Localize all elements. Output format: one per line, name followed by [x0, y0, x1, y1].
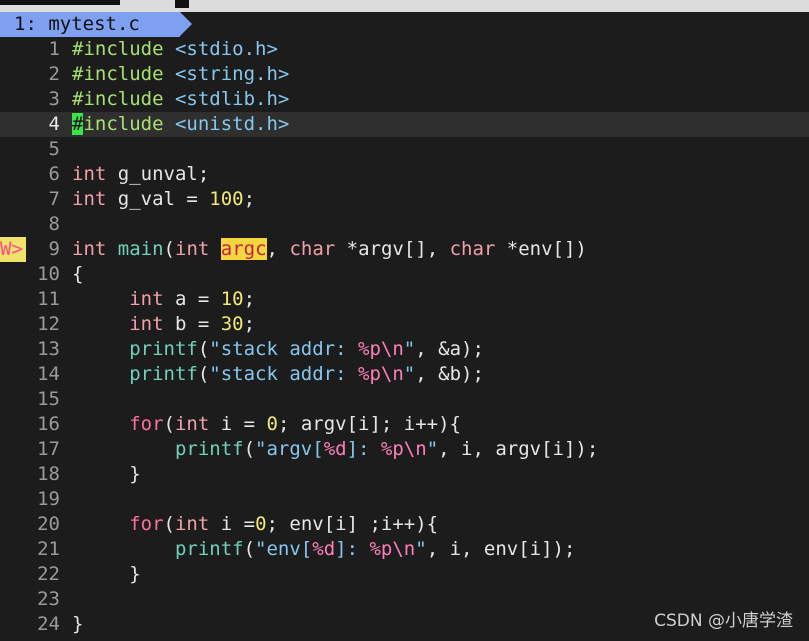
- line-number: 10: [37, 263, 60, 285]
- code-line[interactable]: 13 printf("stack addr: %p\n", &a);: [0, 337, 809, 362]
- line-number: 6: [48, 163, 60, 185]
- top-bar-segment: [175, 0, 189, 8]
- tab-separator-arrow: [180, 12, 192, 36]
- line-number: 20: [37, 513, 60, 535]
- line-number: 3: [48, 88, 60, 110]
- code-line[interactable]: 1 #include <stdio.h>: [0, 37, 809, 62]
- code-line[interactable]: 20 for(int i =0; env[i] ;i++){: [0, 512, 809, 537]
- code-line[interactable]: 15: [0, 387, 809, 412]
- line-number: 13: [37, 338, 60, 360]
- code-line[interactable]: 10 {: [0, 262, 809, 287]
- line-number: 11: [37, 288, 60, 310]
- code-line[interactable]: 22 }: [0, 562, 809, 587]
- line-text: int main(int argc, char *argv[], char *e…: [72, 238, 587, 260]
- line-text: {: [72, 263, 84, 285]
- line-number: 18: [37, 463, 60, 485]
- line-number: 21: [37, 538, 60, 560]
- line-text: }: [72, 613, 84, 635]
- line-text: int g_val = 100;: [72, 188, 256, 210]
- code-line[interactable]: 7 int g_val = 100;: [0, 187, 809, 212]
- code-line[interactable]: 12 int b = 30;: [0, 312, 809, 337]
- line-text: #include <stdio.h>: [72, 38, 278, 60]
- line-text: printf("stack addr: %p\n", &b);: [129, 363, 484, 385]
- line-number: 24: [37, 613, 60, 635]
- line-number: 4: [48, 113, 60, 135]
- vim-tabline: 1: mytest.c: [0, 12, 809, 37]
- top-bar-segment: [0, 0, 120, 5]
- line-text: int a = 10;: [129, 288, 256, 310]
- line-text: }: [72, 463, 141, 485]
- line-number: 16: [37, 413, 60, 435]
- line-text: #include <stdlib.h>: [72, 88, 290, 110]
- code-line[interactable]: 5: [0, 137, 809, 162]
- line-text: printf("env[%d]: %p\n", i, env[i]);: [174, 538, 576, 560]
- line-number: 17: [37, 438, 60, 460]
- line-number: 7: [48, 188, 60, 210]
- line-text: int b = 30;: [129, 313, 256, 335]
- tab-mytest-c[interactable]: 1: mytest.c: [0, 12, 180, 37]
- code-editor[interactable]: 1 #include <stdio.h> 2 #include <string.h> 3…: [0, 37, 809, 637]
- line-number: 2: [48, 63, 60, 85]
- code-line[interactable]: W> 9 int main(int argc, char *argv[], char…: [0, 237, 809, 262]
- line-text: int g_unval;: [72, 163, 210, 185]
- line-number: 19: [37, 488, 60, 510]
- line-number: 12: [37, 313, 60, 335]
- line-text: for(int i = 0; argv[i]; i++){: [129, 413, 461, 435]
- line-number: 22: [37, 563, 60, 585]
- code-line[interactable]: 18 }: [0, 462, 809, 487]
- line-number: 8: [48, 213, 60, 235]
- code-line[interactable]: 21 printf("env[%d]: %p\n", i, env[i]);: [0, 537, 809, 562]
- line-number: 23: [37, 588, 60, 610]
- line-text: printf("stack addr: %p\n", &a);: [129, 338, 484, 360]
- line-text: #include <string.h>: [72, 63, 290, 85]
- code-line[interactable]: 17 printf("argv[%d]: %p\n", i, argv[i]);: [0, 437, 809, 462]
- code-line[interactable]: 16 for(int i = 0; argv[i]; i++){: [0, 412, 809, 437]
- line-text: printf("argv[%d]: %p\n", i, argv[i]);: [174, 438, 599, 460]
- line-text: #include <unistd.h>: [72, 113, 290, 135]
- line-number: 15: [37, 388, 60, 410]
- line-number: 5: [48, 138, 60, 160]
- code-line[interactable]: 14 printf("stack addr: %p\n", &b);: [0, 362, 809, 387]
- line-text: }: [72, 563, 141, 585]
- code-line[interactable]: 19: [0, 487, 809, 512]
- code-line[interactable]: 8: [0, 212, 809, 237]
- code-line[interactable]: 11 int a = 10;: [0, 287, 809, 312]
- line-text: for(int i =0; env[i] ;i++){: [129, 513, 439, 535]
- line-number: 14: [37, 363, 60, 385]
- code-line[interactable]: 4 #include <unistd.h>: [0, 112, 809, 137]
- line-number: 9: [48, 238, 60, 260]
- line-number: 1: [48, 38, 60, 60]
- code-line[interactable]: 2 #include <string.h>: [0, 62, 809, 87]
- code-line[interactable]: 6 int g_unval;: [0, 162, 809, 187]
- code-line[interactable]: 3 #include <stdlib.h>: [0, 87, 809, 112]
- window-top-bar: [0, 0, 809, 12]
- watermark: CSDN @小唐学渣: [654, 611, 793, 631]
